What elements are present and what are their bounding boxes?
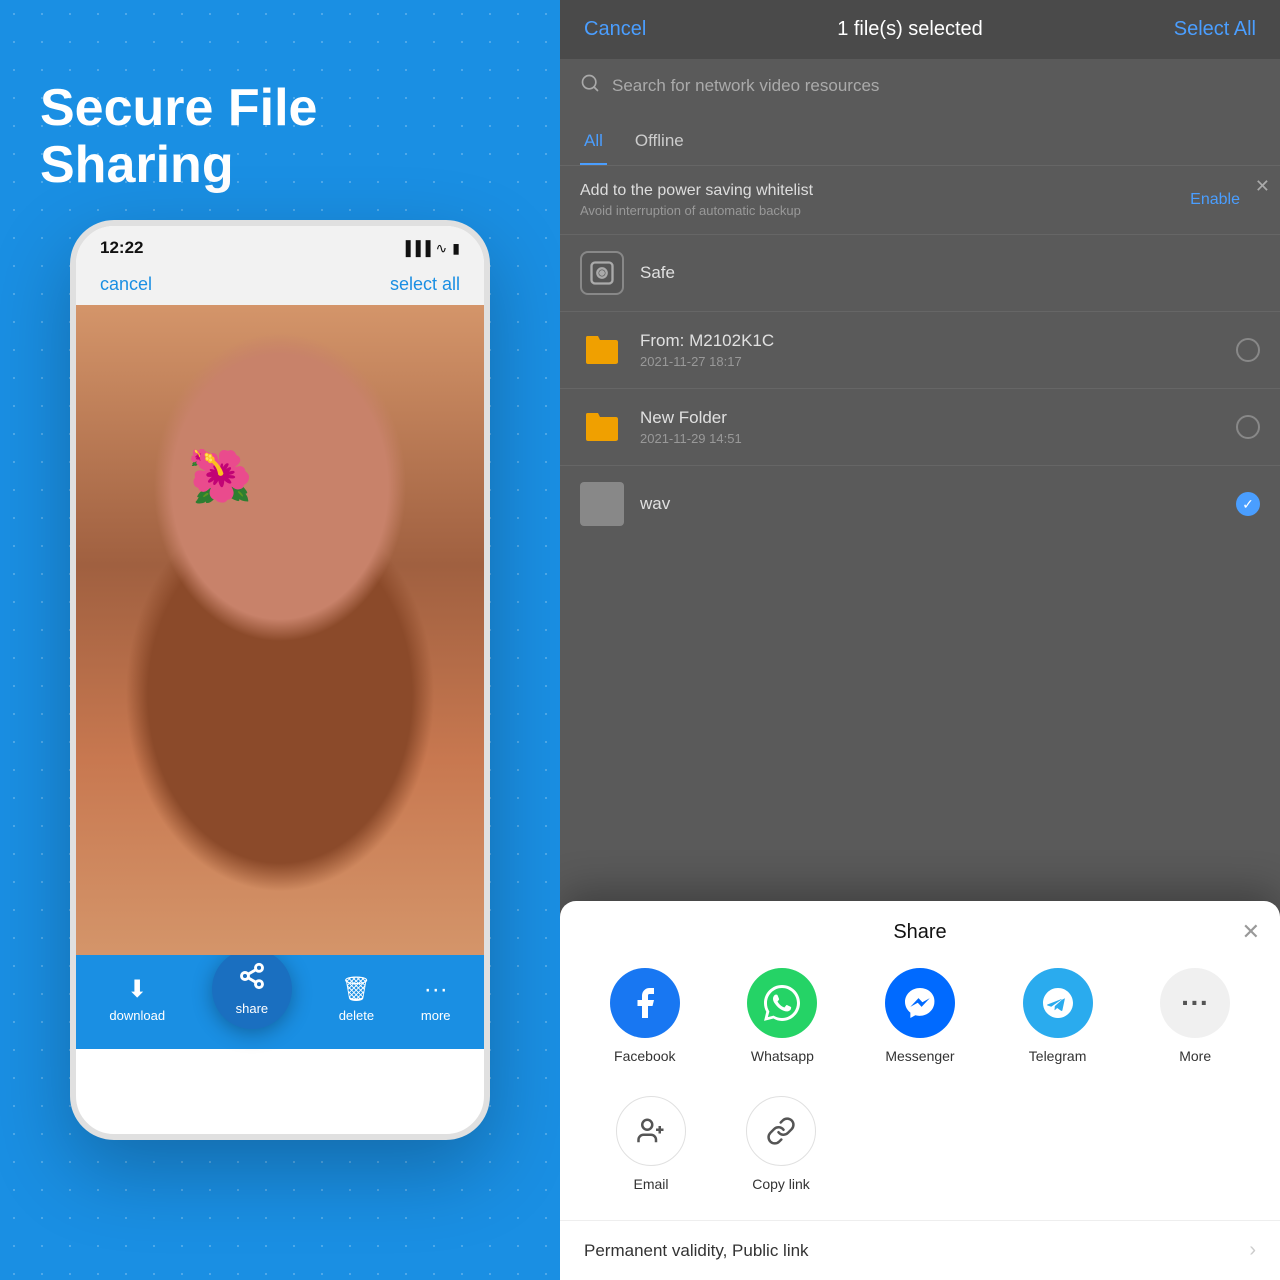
safe-info: Safe: [640, 263, 1260, 283]
more-label: more: [421, 1008, 451, 1023]
file-date-new-folder: 2021-11-29 14:51: [640, 431, 1220, 446]
file-radio-m2102[interactable]: [1236, 338, 1260, 362]
share-whatsapp[interactable]: Whatsapp: [747, 968, 817, 1064]
permanent-link-row[interactable]: Permanent validity, Public link ›: [560, 1220, 1280, 1280]
share-facebook[interactable]: Facebook: [610, 968, 680, 1064]
battery-icon: ▮: [452, 240, 460, 257]
phone-photo: 🌺: [76, 305, 484, 955]
phone-bottom-bar: ⬇ download share 🗑 delete ···: [76, 955, 484, 1049]
share-apps-row: Facebook Whatsapp Mes: [560, 968, 1280, 1064]
whitelist-title: Add to the power saving whitelist: [580, 182, 1190, 200]
permanent-link-arrow: ›: [1249, 1239, 1256, 1262]
share-action[interactable]: share: [212, 949, 292, 1029]
phone-status-icons: ▐▐▐ ∿ ▮: [401, 240, 460, 257]
messenger-label: Messenger: [885, 1048, 954, 1064]
top-bar: Cancel 1 file(s) selected Select All: [560, 0, 1280, 59]
signal-icon: ▐▐▐: [401, 240, 431, 256]
phone-cancel-button[interactable]: cancel: [100, 274, 152, 295]
telegram-icon: [1023, 968, 1093, 1038]
tab-offline[interactable]: Offline: [631, 123, 688, 165]
file-info-new-folder: New Folder 2021-11-29 14:51: [640, 408, 1220, 446]
phone-select-all-button[interactable]: select all: [390, 274, 460, 295]
share-more[interactable]: ··· More: [1160, 968, 1230, 1064]
tabs-row: All Offline: [560, 113, 1280, 166]
more-icon: ···: [424, 976, 448, 1004]
delete-label: delete: [339, 1008, 374, 1023]
email-icon: [616, 1096, 686, 1166]
file-item-m2102k1c[interactable]: From: M2102K1C 2021-11-27 18:17: [560, 312, 1280, 389]
file-name-new-folder: New Folder: [640, 408, 1220, 428]
more-label: More: [1179, 1048, 1211, 1064]
search-icon: [580, 73, 600, 99]
cancel-button[interactable]: Cancel: [584, 18, 646, 41]
file-item-wav[interactable]: wav ✓: [560, 466, 1280, 542]
file-radio-new-folder[interactable]: [1236, 415, 1260, 439]
whitelist-enable-button[interactable]: Enable: [1190, 191, 1260, 209]
share-close-button[interactable]: ✕: [1242, 919, 1260, 945]
file-name-m2102: From: M2102K1C: [640, 331, 1220, 351]
share-modal-title: Share: [560, 921, 1280, 944]
wav-radio-checked[interactable]: ✓: [1236, 492, 1260, 516]
folder-icon-new: [580, 405, 624, 449]
file-list: Safe From: M2102K1C 2021-11-27 18:17: [560, 235, 1280, 542]
facebook-label: Facebook: [614, 1048, 675, 1064]
messenger-icon: [885, 968, 955, 1038]
safe-icon: [580, 251, 624, 295]
phone-time: 12:22: [100, 238, 143, 258]
select-all-button[interactable]: Select All: [1174, 18, 1256, 41]
file-item-new-folder[interactable]: New Folder 2021-11-29 14:51: [560, 389, 1280, 466]
whitelist-text: Add to the power saving whitelist Avoid …: [580, 182, 1190, 218]
whatsapp-icon: [747, 968, 817, 1038]
share-label: share: [236, 1001, 269, 1016]
share-modal: Share ✕ Facebook: [560, 901, 1280, 1280]
app-title: Secure File Sharing: [40, 80, 460, 194]
share-icon: [238, 962, 266, 997]
file-item-safe[interactable]: Safe: [560, 235, 1280, 312]
telegram-label: Telegram: [1029, 1048, 1087, 1064]
whitelist-banner: Add to the power saving whitelist Avoid …: [560, 166, 1280, 235]
facebook-icon: [610, 968, 680, 1038]
photo-flower: 🌺: [190, 448, 250, 508]
copy-link-icon: [746, 1096, 816, 1166]
wifi-icon: ∿: [436, 240, 448, 257]
folder-icon-m2102: [580, 328, 624, 372]
search-bar: Search for network video resources: [560, 59, 1280, 113]
delete-icon: 🗑: [341, 975, 371, 1004]
download-label: download: [109, 1008, 165, 1023]
file-date-m2102: 2021-11-27 18:17: [640, 354, 1220, 369]
copy-link-label: Copy link: [752, 1176, 810, 1192]
download-icon: ⬇: [127, 975, 147, 1004]
share-telegram[interactable]: Telegram: [1023, 968, 1093, 1064]
share-actions-row: Email Copy link: [560, 1096, 1280, 1192]
wav-name: wav: [640, 494, 670, 514]
selection-count: 1 file(s) selected: [837, 18, 983, 41]
whatsapp-label: Whatsapp: [751, 1048, 814, 1064]
delete-action[interactable]: 🗑 delete: [339, 975, 374, 1023]
email-label: Email: [633, 1176, 668, 1192]
download-action[interactable]: ⬇ download: [109, 975, 165, 1023]
whitelist-subtitle: Avoid interruption of automatic backup: [580, 203, 1190, 218]
phone-status-bar: 12:22 ▐▐▐ ∿ ▮: [76, 226, 484, 264]
permanent-link-text: Permanent validity, Public link: [584, 1241, 809, 1261]
safe-name: Safe: [640, 263, 1260, 283]
tab-all[interactable]: All: [580, 123, 607, 165]
share-copy-link[interactable]: Copy link: [746, 1096, 816, 1192]
more-icon: ···: [1160, 968, 1230, 1038]
file-info-m2102: From: M2102K1C 2021-11-27 18:17: [640, 331, 1220, 369]
share-email[interactable]: Email: [616, 1096, 686, 1192]
search-placeholder[interactable]: Search for network video resources: [612, 76, 879, 96]
whitelist-close-button[interactable]: ✕: [1255, 176, 1270, 197]
photo-person: [76, 305, 484, 955]
left-panel: Secure File Sharing 12:22 ▐▐▐ ∿ ▮ cancel…: [0, 0, 560, 1280]
wav-thumb: [580, 482, 624, 526]
phone-mockup: 12:22 ▐▐▐ ∿ ▮ cancel select all 🌺 ⬇ down…: [70, 220, 490, 1140]
right-panel: Cancel 1 file(s) selected Select All Sea…: [560, 0, 1280, 1280]
more-action[interactable]: ··· more: [421, 976, 451, 1023]
phone-nav-bar: cancel select all: [76, 264, 484, 305]
share-messenger[interactable]: Messenger: [885, 968, 955, 1064]
